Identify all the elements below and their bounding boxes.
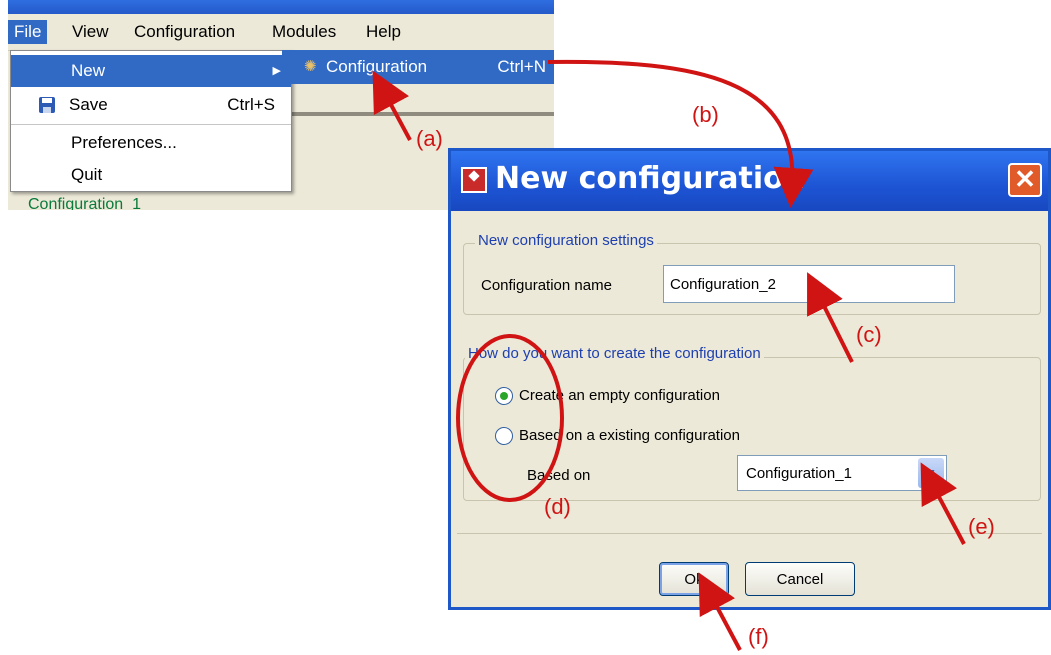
background-configuration-label: Configuration_1 [28, 196, 141, 210]
menu-item-save-label: Save [69, 95, 108, 114]
menu-help[interactable]: Help [360, 20, 407, 44]
menu-bar: File View Configuration Modules Help [8, 14, 554, 51]
radio-existing-configuration[interactable] [495, 427, 513, 445]
menu-file[interactable]: File [8, 20, 48, 44]
annotation-label-f: (f) [748, 624, 769, 649]
cancel-button[interactable]: Cancel [745, 562, 855, 596]
menu-item-preferences-label: Preferences... [71, 133, 177, 152]
save-icon [39, 97, 55, 113]
config-name-input[interactable] [663, 265, 955, 303]
gear-icon: ✺ [304, 58, 317, 75]
submenu-arrow-icon: ▶ [272, 65, 281, 77]
submenu-item-configuration-label: Configuration [326, 57, 428, 76]
close-button[interactable]: ✕ [1008, 163, 1042, 197]
submenu-item-configuration[interactable]: ✺ Configuration Ctrl+N [282, 50, 554, 84]
annotation-label-c: (c) [856, 322, 882, 347]
dialog-title: New configuration [495, 161, 806, 196]
app-icon [461, 167, 487, 193]
config-name-label: Configuration name [481, 277, 612, 294]
annotation-label-d: (d) [544, 494, 571, 519]
new-configuration-dialog: New configuration ✕ New configuration se… [448, 148, 1051, 610]
chevron-down-icon[interactable]: ▼ [918, 458, 944, 488]
main-title-bar [8, 0, 554, 14]
menu-item-quit[interactable]: Quit [11, 159, 291, 191]
submenu-item-configuration-shortcut: Ctrl+N [497, 57, 546, 76]
menu-item-new-label: New [71, 61, 106, 80]
radio-existing-configuration-label: Based on a existing configuration [519, 427, 740, 444]
dialog-separator [457, 533, 1042, 534]
annotation-label-a: (a) [416, 126, 443, 151]
radio-empty-configuration[interactable] [495, 387, 513, 405]
menu-item-save[interactable]: Save Ctrl+S [11, 89, 291, 121]
menu-item-save-shortcut: Ctrl+S [227, 95, 275, 114]
radio-empty-configuration-label: Create an empty configuration [519, 387, 720, 404]
create-group-legend: How do you want to create the configurat… [465, 345, 764, 362]
based-on-select[interactable]: Configuration_1 ▼ [737, 455, 947, 491]
menu-modules[interactable]: Modules [266, 20, 342, 44]
menu-separator [11, 124, 291, 125]
based-on-select-value: Configuration_1 [746, 465, 852, 482]
annotation-label-b: (b) [692, 102, 719, 127]
menu-view[interactable]: View [66, 20, 115, 44]
menu-item-quit-label: Quit [71, 165, 103, 184]
ok-button[interactable]: Ok [659, 562, 729, 596]
annotation-label-e: (e) [968, 514, 995, 539]
background-panel-divider [290, 112, 554, 116]
menu-configuration[interactable]: Configuration [128, 20, 241, 44]
dialog-title-bar[interactable]: New configuration ✕ [451, 151, 1048, 211]
file-menu-dropdown: New ▶ Save Ctrl+S Preferences... Quit [10, 50, 292, 192]
menu-item-preferences[interactable]: Preferences... [11, 127, 291, 159]
based-on-label: Based on [527, 467, 591, 484]
menu-item-new[interactable]: New ▶ [11, 55, 291, 87]
settings-group-legend: New configuration settings [475, 232, 657, 249]
